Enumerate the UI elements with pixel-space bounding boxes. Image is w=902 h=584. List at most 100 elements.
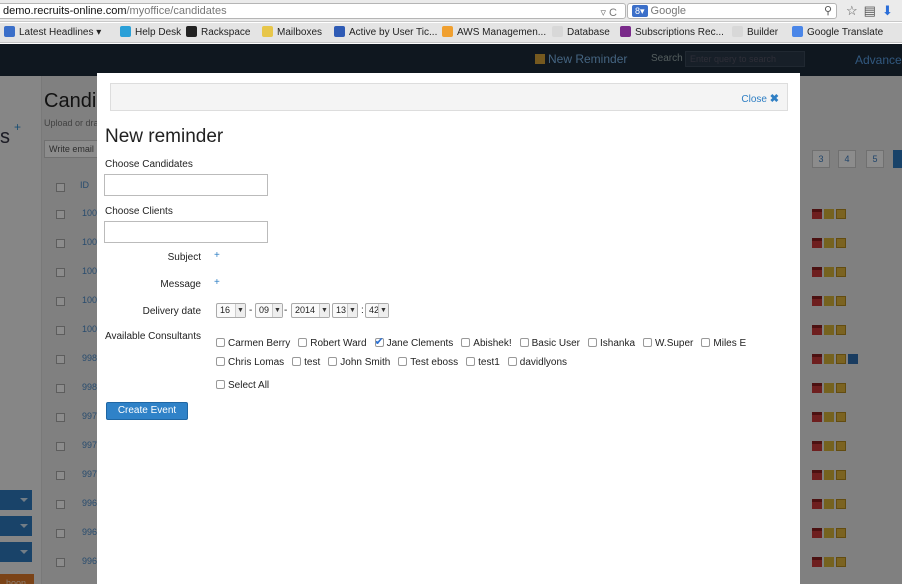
day-value: 16 — [220, 305, 231, 315]
close-button[interactable]: Close ✖ — [741, 92, 779, 105]
checkbox-box[interactable] — [216, 380, 225, 389]
checkbox-box[interactable] — [519, 338, 529, 347]
bookmark-item[interactable]: Subscriptions Rec... — [620, 23, 724, 42]
bookmark-icon — [442, 26, 453, 37]
consultant-checkbox-item[interactable]: Chris Lomas — [216, 357, 284, 368]
magnifier-icon[interactable]: ⚲ — [824, 4, 832, 18]
consultant-checkbox-item[interactable]: davidlyons — [507, 357, 567, 368]
chevron-down-icon: ▼ — [235, 304, 245, 317]
checkbox-box[interactable] — [398, 357, 408, 366]
consultants-row-2: Chris Lomas test John Smith Test eboss test1… — [216, 357, 575, 368]
bookmark-item[interactable]: Rackspace — [186, 23, 251, 42]
select-all-checkbox[interactable]: Select All — [216, 380, 269, 391]
consultant-checkbox-item[interactable]: Carmen Berry — [216, 338, 290, 349]
bookmark-icon — [552, 26, 563, 37]
checkbox-box[interactable] — [643, 338, 653, 347]
reading-list-icon[interactable]: ▤ — [864, 3, 882, 18]
bookmark-item[interactable]: Database — [552, 23, 610, 42]
consultant-checkbox-item[interactable]: Miles E — [701, 338, 746, 349]
checked-checkbox[interactable] — [374, 335, 384, 348]
month-value: 09 — [259, 305, 270, 315]
bookmark-item[interactable]: Mailboxes — [262, 23, 322, 42]
month-select[interactable]: 09 ▼ — [255, 303, 283, 318]
bookmark-item[interactable]: Latest Headlines ▾ — [4, 23, 101, 42]
consultant-checkbox-item[interactable]: Robert Ward — [298, 338, 367, 349]
browser-search-box[interactable]: 8▾ Google ⚲ — [627, 3, 837, 19]
create-event-button[interactable]: Create Event — [106, 402, 188, 420]
bookmark-label: AWS Managemen... — [457, 27, 547, 38]
choose-clients-input[interactable] — [104, 221, 268, 243]
consultants-row-1: Carmen Berry Robert Ward Jane Clements Abis… — [216, 335, 754, 349]
bookmark-label: Builder — [747, 27, 779, 38]
consultant-name: Carmen Berry — [228, 338, 291, 349]
consultant-checkbox-item[interactable]: W.Super — [643, 338, 693, 349]
subject-add-icon[interactable]: + — [214, 250, 220, 261]
google-icon: 8▾ — [632, 5, 648, 17]
address-bar[interactable]: demo.recruits-online.com/myoffice/candid… — [0, 3, 626, 19]
checkbox-box[interactable] — [216, 338, 225, 347]
message-add-icon[interactable]: + — [214, 277, 220, 288]
checkbox-box[interactable] — [292, 357, 302, 366]
bookmark-label: Google Translate — [807, 27, 884, 38]
consultant-name: Robert Ward — [310, 338, 367, 349]
date-separator: - — [249, 305, 253, 316]
checkbox-box[interactable] — [328, 357, 338, 366]
bookmark-item[interactable]: Builder — [732, 23, 779, 42]
bookmark-icon — [186, 26, 197, 37]
reload-icon[interactable]: ▿ C — [600, 6, 617, 18]
browser-toolbar: demo.recruits-online.com/myoffice/candid… — [0, 0, 902, 22]
time-colon: : — [361, 305, 364, 316]
bookmark-label: Active by User Tic... — [349, 27, 438, 38]
hour-select[interactable]: 13 ▼ — [332, 303, 358, 318]
select-all-label: Select All — [228, 380, 270, 391]
consultant-name: test — [304, 357, 321, 368]
bookmark-icon — [620, 26, 631, 37]
year-select[interactable]: 2014 ▼ — [291, 303, 330, 318]
bookmark-icon — [792, 26, 803, 37]
choose-clients-label: Choose Clients — [105, 206, 173, 217]
year-value: 2014 — [295, 305, 316, 315]
consultant-checkbox-item[interactable]: Jane Clements — [374, 335, 453, 349]
bookmark-label: Rackspace — [201, 27, 251, 38]
day-select[interactable]: 16 ▼ — [216, 303, 246, 318]
consultant-checkbox-item[interactable]: Test eboss — [398, 357, 458, 368]
bookmark-item[interactable]: Help Desk — [120, 23, 182, 42]
chevron-down-icon: ▼ — [347, 304, 357, 317]
consultant-name: test1 — [478, 357, 500, 368]
download-icon[interactable]: ⬇ — [882, 3, 899, 18]
consultant-checkbox-item[interactable]: John Smith — [328, 357, 390, 368]
consultant-name: W.Super — [655, 338, 694, 349]
chevron-down-icon: ▼ — [319, 304, 329, 317]
checkbox-box[interactable] — [298, 338, 308, 347]
consultant-name: Abishek! — [473, 338, 512, 349]
consultant-checkbox-item[interactable]: test — [292, 357, 320, 368]
close-label: Close — [741, 94, 767, 105]
star-icon[interactable]: ☆ — [846, 3, 864, 18]
checkbox-box[interactable] — [701, 338, 711, 347]
bookmark-item[interactable]: Active by User Tic... — [334, 23, 438, 42]
search-engine-label: Google — [650, 5, 687, 17]
consultant-checkbox-item[interactable]: Ishanka — [588, 338, 635, 349]
checkbox-box[interactable] — [466, 357, 476, 366]
checkbox-box[interactable] — [507, 357, 517, 366]
consultant-checkbox-item[interactable]: Abishek! — [461, 338, 512, 349]
consultant-checkbox-item[interactable]: Basic User — [519, 338, 580, 349]
checkbox-box[interactable] — [588, 338, 597, 347]
checkbox-box[interactable] — [461, 338, 471, 347]
select-all-row: Select All — [216, 380, 277, 391]
consultant-checkbox-item[interactable]: test1 — [466, 357, 500, 368]
checkbox-box[interactable] — [216, 357, 225, 366]
new-reminder-modal: Close ✖ New reminder Choose Candidates C… — [97, 73, 800, 584]
subject-label: Subject — [167, 252, 201, 263]
choose-candidates-input[interactable] — [104, 174, 268, 196]
consultant-name: Basic User — [531, 338, 580, 349]
bookmark-item[interactable]: Google Translate — [792, 23, 884, 42]
bookmark-label: Subscriptions Rec... — [635, 27, 724, 38]
close-icon: ✖ — [769, 93, 779, 105]
bookmark-icon — [120, 26, 131, 37]
chevron-down-icon: ▼ — [272, 304, 282, 317]
bookmark-item[interactable]: AWS Managemen... — [442, 23, 547, 42]
bookmark-icon — [4, 26, 15, 37]
bookmark-label: Help Desk — [135, 27, 182, 38]
minute-select[interactable]: 42 ▼ — [365, 303, 389, 318]
